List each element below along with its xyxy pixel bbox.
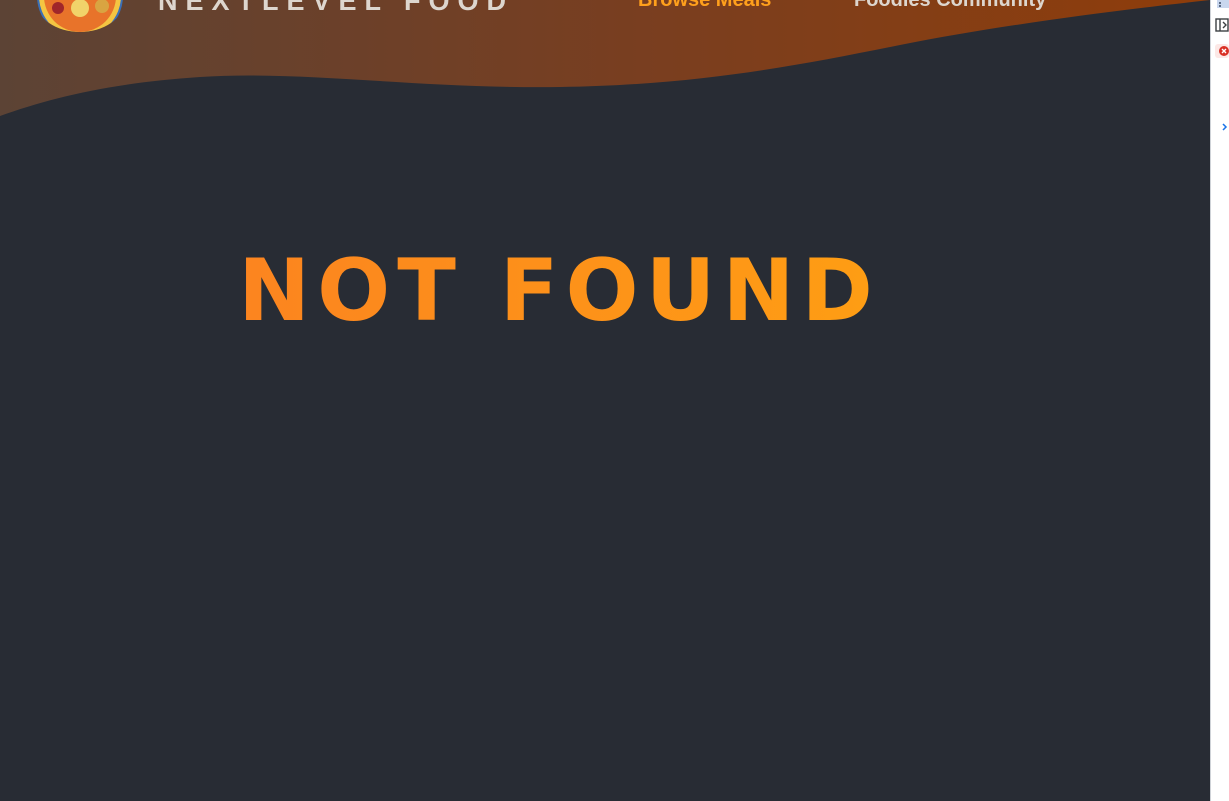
panel-toggle-icon[interactable] (1215, 18, 1229, 32)
chevron-right-icon[interactable] (1215, 120, 1229, 134)
header-wave-background (0, 0, 1210, 116)
not-found-heading: NOT FOUND (0, 241, 1118, 341)
page-viewport: NEXTLEVEL FOOD Browse Meals Foodies Comm… (0, 0, 1210, 801)
error-icon[interactable] (1215, 44, 1229, 58)
main-navigation: Browse Meals Foodies Community (0, 0, 1210, 12)
nav-browse-meals[interactable]: Browse Meals (638, 0, 771, 12)
devtools-side-strip (1210, 0, 1229, 801)
nav-foodies-community[interactable]: Foodies Community (854, 0, 1046, 12)
grid-icon[interactable] (1215, 0, 1229, 14)
